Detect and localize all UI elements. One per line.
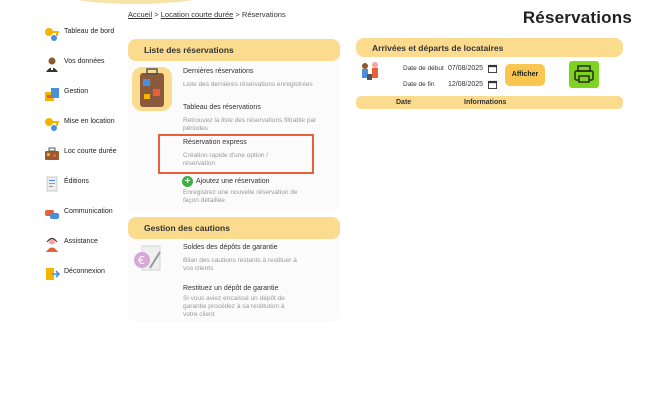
sidebar-item-mise-en-location[interactable]: Mise en location: [44, 114, 124, 144]
add-reservation-link[interactable]: + Ajoutez une réservation: [182, 176, 270, 187]
sidebar-item-label: Communication: [64, 208, 113, 215]
end-date-label: Date de fin: [403, 81, 435, 88]
sidebar-item-vos-donnees[interactable]: Vos données: [44, 54, 124, 84]
reservations-card-header: Liste des réservations: [128, 39, 340, 61]
breadcrumb: Accueil > Location courte durée > Réserv…: [128, 10, 286, 19]
deposit-icon: €: [134, 245, 161, 271]
entry-title[interactable]: Restituez un dépôt de garantie: [183, 284, 333, 293]
breadcrumb-current: Réservations: [241, 10, 286, 19]
start-date-label: Date de début: [403, 65, 444, 72]
entry-description: Si vous aviez encaissé un dépôt de garan…: [183, 295, 285, 318]
start-date-input[interactable]: 07/08/2025: [448, 65, 487, 72]
entry-description: Retrouvez la liste des réservations filt…: [183, 117, 317, 132]
sidebar-item-communication[interactable]: Communication: [44, 204, 124, 234]
document-icon: [46, 176, 58, 192]
breadcrumb-separator: >: [154, 10, 159, 19]
svg-text:€: €: [138, 254, 145, 267]
people-icon: [362, 62, 378, 80]
breadcrumb-section-link[interactable]: Location courte durée: [161, 10, 234, 19]
reservations-card: Liste des réservations Dernières réserva…: [128, 39, 340, 211]
sidebar-item-loc-courte-duree[interactable]: Loc courte durée: [44, 144, 124, 174]
entry-dernieres-reservations[interactable]: Dernières réservations Liste des dernièr…: [183, 67, 333, 89]
sidebar-item-label: Déconnexion: [64, 268, 105, 275]
entry-title[interactable]: Dernières réservations: [183, 67, 333, 76]
sidebar-item-gestion[interactable]: Gestion: [44, 84, 124, 114]
sidebar-item-label: Éditions: [64, 178, 89, 185]
sidebar-item-label: Gestion: [64, 88, 89, 95]
calendar-icon[interactable]: [488, 64, 497, 73]
sidebar: Tableau de bord Vos données Gestion Mise…: [44, 24, 124, 294]
entry-description: Liste des dernières réservations enregis…: [183, 81, 313, 88]
entry-description: Enregistrez une nouvelle réservation de …: [183, 189, 298, 204]
arrivals-card-header: Arrivées et départs de locataires: [356, 38, 623, 57]
sidebar-item-label: Vos données: [64, 58, 105, 65]
entry-title[interactable]: Tableau des réservations: [183, 103, 333, 112]
entry-tableau-des-reservations[interactable]: Tableau des réservations Retrouvez la li…: [183, 103, 333, 133]
entry-restituez-depot[interactable]: Restituez un dépôt de garantie Si vous a…: [183, 284, 333, 319]
entry-soldes-depots[interactable]: Soldes des dépôts de garantie Bilan des …: [183, 243, 333, 273]
page-title: Réservations: [522, 8, 632, 27]
suitcase-icon: [45, 147, 59, 160]
entry-description: Bilan des cautions restants à restituer …: [183, 257, 297, 272]
arrivals-table-header: Date Informations: [356, 96, 623, 109]
management-icon: [45, 88, 59, 101]
end-date-row: Date de fin 12/08/2025: [403, 80, 497, 89]
key-icon: [45, 28, 59, 41]
sidebar-item-label: Mise en location: [64, 118, 115, 125]
arrivals-card: Arrivées et départs de locataires Date d…: [356, 38, 623, 110]
chat-icon: [45, 210, 59, 219]
logout-icon: [46, 268, 60, 280]
sidebar-item-label: Tableau de bord: [64, 28, 115, 35]
highlight-box: [158, 134, 314, 174]
add-reservation-label[interactable]: Ajoutez une réservation: [196, 178, 270, 185]
suitcase-illustration: [132, 67, 172, 111]
entry-add-reservation: Enregistrez une nouvelle réservation de …: [183, 187, 333, 205]
breadcrumb-home-link[interactable]: Accueil: [128, 10, 152, 19]
sidebar-item-label: Loc courte durée: [64, 148, 117, 155]
breadcrumb-separator: >: [235, 10, 240, 19]
plus-icon[interactable]: +: [182, 176, 193, 187]
key-icon: [45, 118, 59, 131]
caution-card: Gestion des cautions € Soldes des dépôts…: [128, 217, 340, 322]
sidebar-item-label: Assistance: [64, 238, 98, 245]
suitcase-icon: [140, 68, 164, 107]
support-icon: [46, 237, 58, 252]
caution-card-header: Gestion des cautions: [128, 217, 340, 239]
column-header-date: Date: [396, 98, 412, 106]
decorative-arc: [60, 0, 210, 4]
column-header-informations: Informations: [464, 98, 507, 106]
user-icon: [46, 57, 58, 72]
sidebar-item-editions[interactable]: Éditions: [44, 174, 124, 204]
print-button[interactable]: [569, 61, 599, 88]
sidebar-item-assistance[interactable]: Assistance: [44, 234, 124, 264]
end-date-input[interactable]: 12/08/2025: [448, 81, 487, 88]
entry-title[interactable]: Soldes des dépôts de garantie: [183, 243, 333, 252]
show-button[interactable]: Afficher: [505, 64, 545, 86]
sidebar-item-tableau-de-bord[interactable]: Tableau de bord: [44, 24, 124, 54]
printer-icon: [574, 65, 594, 83]
sidebar-item-deconnexion[interactable]: Déconnexion: [44, 264, 124, 294]
calendar-icon[interactable]: [488, 80, 497, 89]
start-date-row: Date de début 07/08/2025: [403, 64, 497, 73]
